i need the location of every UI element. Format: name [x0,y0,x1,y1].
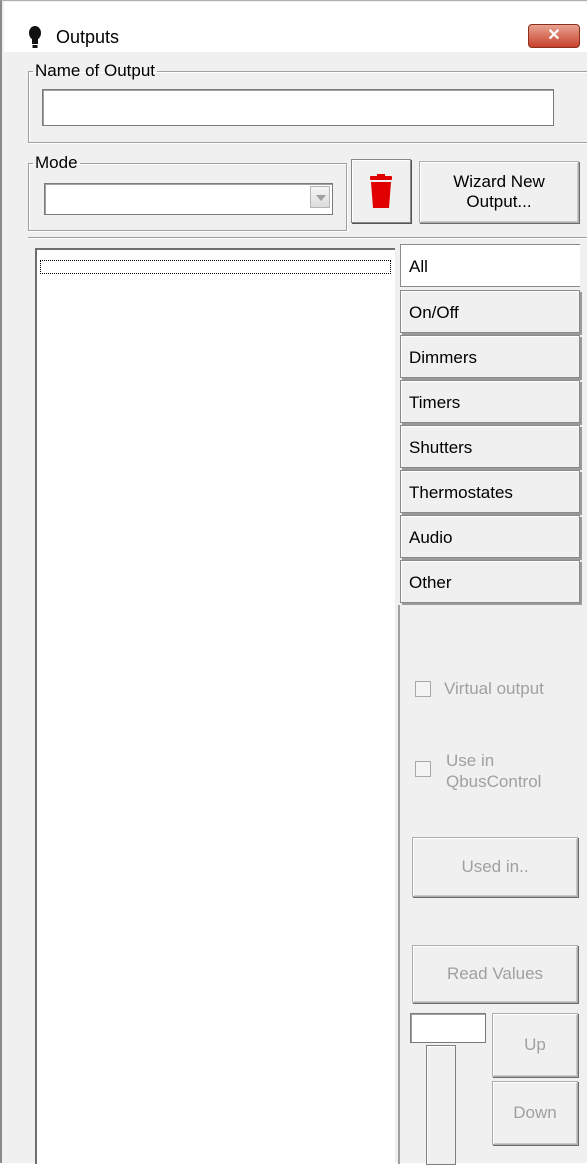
tab-label: Audio [409,528,453,547]
virtual-output-label: Virtual output [444,679,544,698]
close-button[interactable]: ✕ [528,24,580,48]
use-in-label-line1: Use in [446,751,495,770]
trash-icon [370,174,392,208]
tab-on-off[interactable]: On/Off [400,290,580,333]
tab-label: Thermostates [409,483,513,502]
value-input[interactable] [410,1013,486,1043]
wizard-button-label-line1: Wizard New [453,172,545,191]
mode-legend: Mode [35,153,78,172]
tab-all[interactable]: All [400,244,580,287]
chevron-down-icon[interactable] [310,186,330,208]
list-focus-row[interactable] [40,260,391,274]
use-in-label-line2: QbusControl [446,772,542,791]
lightbulb-icon [29,26,41,48]
name-of-output-input[interactable] [42,89,554,126]
name-of-output-legend: Name of Output [35,61,156,80]
up-label: Up [524,1035,546,1054]
mode-select[interactable] [44,183,333,215]
close-icon: ✕ [547,27,561,44]
wizard-button-label-line2: Output... [466,192,532,211]
outputs-list[interactable] [35,248,395,1164]
tab-other[interactable]: Other [400,560,580,603]
down-button[interactable]: Down [492,1081,578,1145]
used-in-button[interactable]: Used in.. [412,837,578,897]
tab-timers[interactable]: Timers [400,380,580,423]
read-values-button[interactable]: Read Values [412,945,578,1003]
used-in-label: Used in.. [461,857,529,876]
value-slider[interactable] [426,1045,456,1165]
separator [28,237,587,239]
use-in-qbuscontrol-checkbox[interactable] [415,761,431,777]
delete-button[interactable] [351,159,411,223]
tab-shutters[interactable]: Shutters [400,425,580,468]
tab-label: Other [409,573,452,592]
wizard-new-output-button[interactable]: Wizard New Output... [419,161,579,223]
outputs-window: Outputs ✕ Name of Output Mode Wizard New… [0,0,587,1165]
tab-audio[interactable]: Audio [400,515,580,558]
down-label: Down [513,1103,557,1122]
tab-label: Dimmers [409,348,477,367]
tab-thermostates[interactable]: Thermostates [400,470,580,513]
tab-label: Timers [409,393,461,412]
tab-dimmers[interactable]: Dimmers [400,335,580,378]
window-title: Outputs [56,27,120,47]
read-values-label: Read Values [446,964,544,983]
tab-label: Shutters [409,438,473,457]
virtual-output-checkbox[interactable] [415,681,431,697]
tab-label: All [409,257,428,276]
up-button[interactable]: Up [492,1013,578,1077]
tab-label: On/Off [409,303,459,322]
use-in-qbuscontrol-label: Use in QbusControl [446,750,541,792]
